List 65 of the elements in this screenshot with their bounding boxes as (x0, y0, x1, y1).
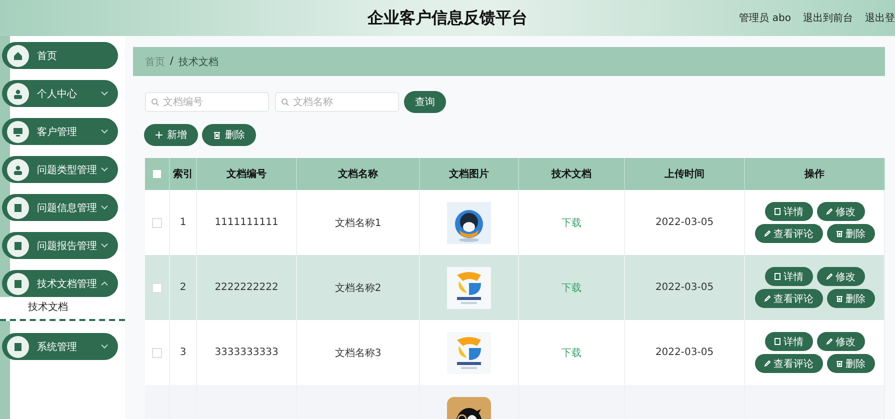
row-checkbox[interactable] (152, 218, 162, 228)
menu-item[interactable]: 首页 (2, 42, 118, 69)
query-button[interactable]: 查询 (405, 92, 445, 112)
action-button[interactable]: 修改 (818, 268, 864, 285)
trash-icon (836, 230, 842, 237)
document-icon (774, 273, 780, 280)
download-link[interactable]: 下载 (562, 216, 582, 230)
header-link[interactable]: 退出登 (865, 11, 895, 25)
action-button[interactable]: 查看评论 (756, 290, 822, 307)
trash-icon (213, 131, 221, 139)
breadcrumb-link[interactable]: 技术文档 (178, 54, 218, 68)
action-button[interactable]: 修改 (818, 333, 864, 350)
action-button[interactable]: 详情 (766, 333, 812, 350)
action-button[interactable]: 查看评论 (756, 355, 822, 372)
menu-item[interactable]: 问题报告管理 (2, 232, 118, 259)
menu-icon (7, 196, 29, 218)
menu-item[interactable]: 问题类型管理 (2, 156, 118, 183)
select-all-checkbox[interactable] (153, 170, 161, 178)
search-field[interactable]: 文档名称 (275, 92, 399, 112)
menu-icon (7, 120, 29, 142)
menu-item[interactable]: 个人中心 (2, 80, 118, 107)
menu-item[interactable]: 客户管理 (2, 118, 118, 145)
admin-label: 管理员 abo (739, 12, 791, 25)
menu-icon (7, 272, 29, 294)
menu-item[interactable]: 技术文档管理 (2, 270, 118, 297)
pencil-icon (764, 230, 770, 237)
menu-icon (7, 158, 29, 180)
download-link[interactable]: 下载 (562, 346, 582, 360)
table-row[interactable]: 1 1111111111 文档名称1 下载 2022-03-05 详情 修改 查看评论 删除 (145, 190, 885, 255)
menu-item[interactable]: 系统管理 (2, 333, 118, 360)
menu-icon (7, 336, 29, 358)
trash-icon (836, 360, 842, 367)
action-button[interactable]: 详情 (766, 203, 812, 220)
search-icon (151, 98, 159, 106)
breadcrumb-separator: / (170, 56, 174, 67)
table-row[interactable]: 3 3333333333 文档名称3 下载 2022-03-05 详情 修改 查看评论 删除 (145, 320, 885, 385)
submenu-item[interactable]: 技术文档 (0, 297, 125, 321)
row-checkbox[interactable] (152, 282, 162, 292)
action-button[interactable]: 删除 (828, 355, 874, 372)
search-icon (281, 98, 289, 106)
pencil-icon (764, 360, 770, 367)
pencil-icon (826, 208, 832, 215)
menu-item[interactable]: 问题信息管理 (2, 194, 118, 221)
header-link[interactable]: 退出到前台 (803, 11, 853, 25)
pencil-icon (764, 295, 770, 302)
action-button[interactable]: 删除 (828, 290, 874, 307)
row-checkbox[interactable] (152, 348, 162, 358)
search-field[interactable]: 文档编号 (145, 92, 269, 112)
action-button[interactable]: 查看评论 (756, 225, 822, 242)
pencil-icon (826, 338, 832, 345)
plus-icon (155, 131, 163, 139)
trash-icon (836, 295, 842, 302)
menu-icon (7, 82, 29, 104)
site-title: 企业客户信息反馈平台 (368, 8, 528, 28)
document-icon (774, 338, 780, 345)
action-button[interactable]: 修改 (818, 203, 864, 220)
action-button[interactable]: 详情 (766, 268, 812, 285)
pencil-icon (826, 273, 832, 280)
menu-icon (7, 234, 29, 256)
document-icon (774, 208, 780, 215)
toolbar-button[interactable]: 新增 (145, 125, 197, 145)
table-row[interactable]: 2 2222222222 文档名称2 下载 2022-03-05 详情 修改 查看评论 删除 (145, 255, 885, 320)
toolbar-button[interactable]: 删除 (203, 125, 255, 145)
action-button[interactable]: 删除 (828, 225, 874, 242)
menu-icon (7, 44, 29, 66)
